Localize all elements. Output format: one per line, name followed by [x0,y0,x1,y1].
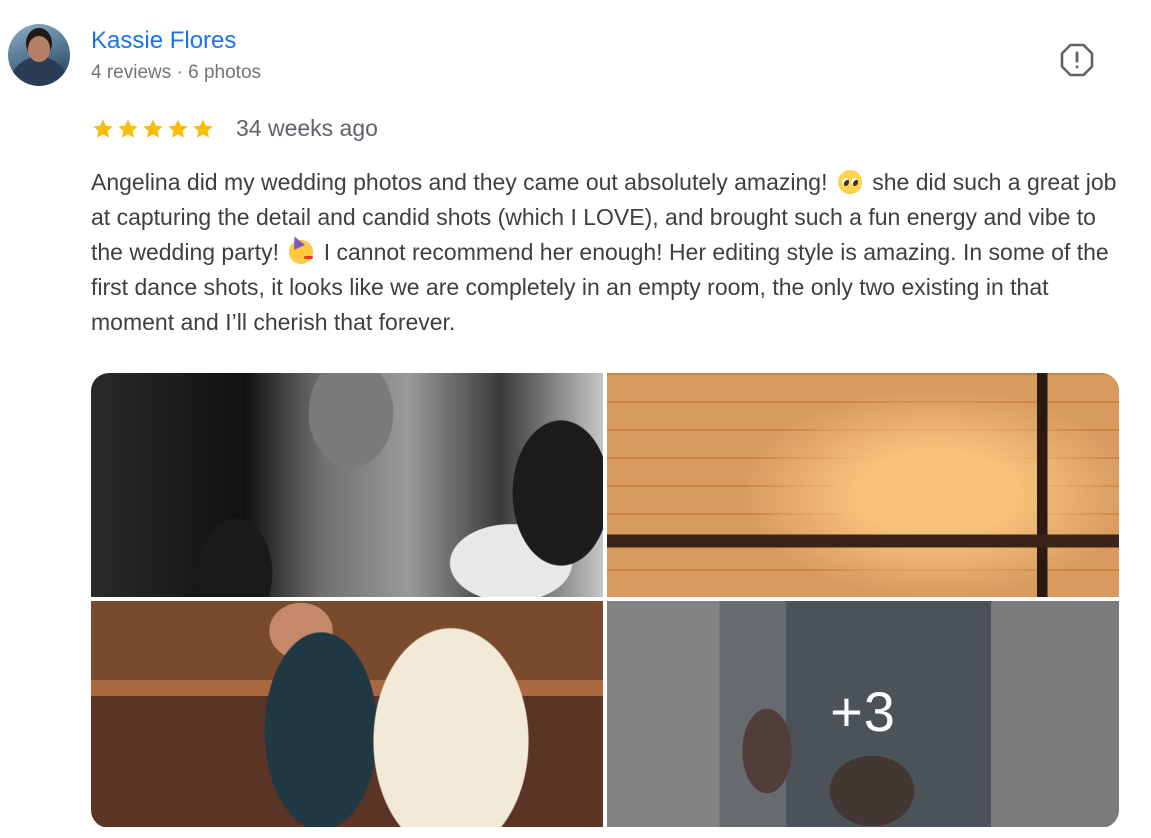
review-photo-1[interactable] [91,373,603,597]
pleading-face-emoji-icon [837,170,862,194]
more-photos-overlay[interactable]: +3 [607,601,1119,827]
review-photo-grid: +3 [91,373,1119,828]
more-photos-count: +3 [830,679,896,743]
reviewer-avatar[interactable] [8,24,70,86]
reviewer-meta: 4 reviews · 6 photos [91,62,262,83]
review-text-part1: Angelina did my wedding photos and they … [91,169,828,195]
star-icon [116,117,140,141]
partying-face-emoji-icon [289,240,314,264]
review-timestamp: 34 weeks ago [236,115,378,141]
star-icon [91,117,115,141]
review-photo-4[interactable]: +3 [607,601,1119,827]
review-text: Angelina did my wedding photos and they … [91,165,1126,340]
report-flag-icon [1060,43,1094,77]
reviewer-name[interactable]: Kassie Flores [91,27,236,55]
star-icon [166,117,190,141]
review-photo-3[interactable] [91,601,603,827]
star-rating [91,117,215,141]
review-photo-2[interactable] [607,373,1119,597]
report-review-button[interactable] [1059,42,1095,78]
rating-row: 34 weeks ago [91,115,378,142]
star-icon [191,117,215,141]
star-icon [141,117,165,141]
